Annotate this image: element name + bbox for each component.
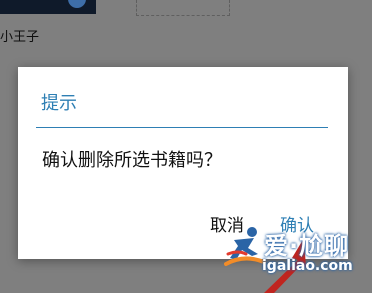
- watermark: 爱·尬聊 igaliao.com: [224, 224, 370, 284]
- dialog-divider: [36, 127, 328, 128]
- watermark-site: igaliao.com: [262, 258, 353, 274]
- book-title: 小王子: [0, 30, 40, 45]
- book-placeholder: [136, 0, 230, 16]
- watermark-brand: 爱·尬聊: [264, 232, 350, 260]
- book-cover[interactable]: [0, 0, 96, 14]
- book-badge-icon: [68, 0, 86, 8]
- dialog-message: 确认删除所选书籍吗？: [42, 150, 222, 171]
- runner-logo-icon: [224, 227, 266, 266]
- dialog-title: 提示: [41, 93, 77, 114]
